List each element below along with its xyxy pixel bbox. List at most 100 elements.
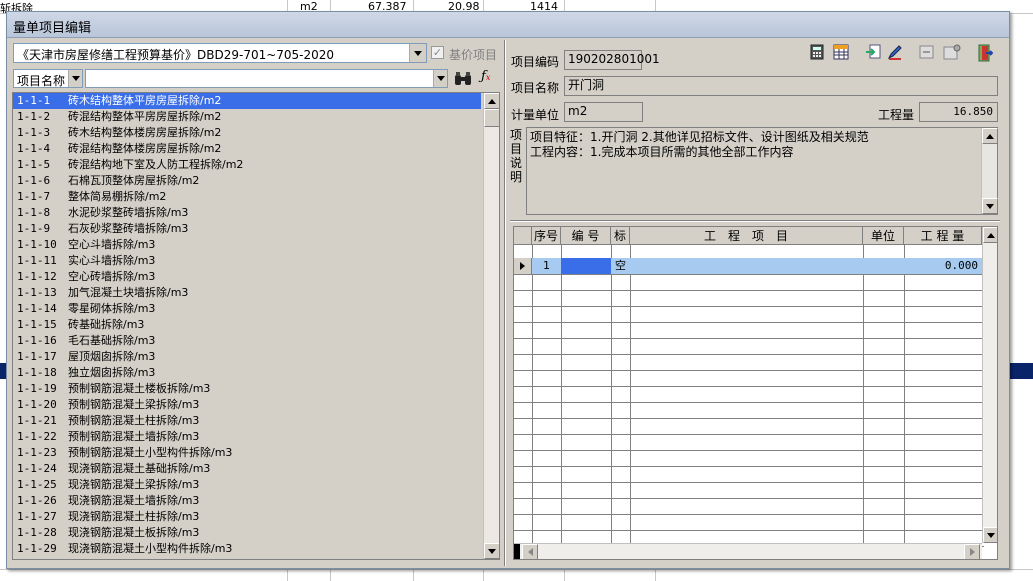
list-item-name: 现浇钢筋混凝土板拆除/m3 bbox=[68, 526, 200, 539]
list-item-code: 1-1-29 bbox=[17, 542, 57, 555]
grid-header-qty[interactable]: 工 程 量 bbox=[904, 227, 982, 245]
list-item-code: 1-1-2 bbox=[17, 110, 51, 123]
list-item[interactable]: 1-1-27 现浇钢筋混凝土柱拆除/m3 bbox=[13, 509, 481, 525]
list-item[interactable]: 1-1-13 加气混凝土块墙拆除/m3 bbox=[13, 285, 481, 301]
code-field[interactable]: 190202801001 bbox=[564, 50, 660, 70]
quota-item-list[interactable]: 1-1-1 砖木结构整体平房房屋拆除/m2 1-1-2 砖混结构整体平房房屋拆除/m2… bbox=[12, 92, 500, 560]
list-scrollbar[interactable] bbox=[483, 93, 499, 559]
list-item-code: 1-1-13 bbox=[17, 286, 57, 299]
list-item[interactable]: 1-1-28 现浇钢筋混凝土板拆除/m3 bbox=[13, 525, 481, 541]
list-item[interactable]: 1-1-18 独立烟囱拆除/m3 bbox=[13, 365, 481, 381]
scroll-down-button[interactable] bbox=[982, 198, 998, 214]
grid-line bbox=[514, 402, 984, 403]
list-item[interactable]: 1-1-2 砖混结构整体平房房屋拆除/m2 bbox=[13, 109, 481, 125]
list-item[interactable]: 1-1-8 水泥砂浆整砖墙拆除/m3 bbox=[13, 205, 481, 221]
list-item[interactable]: 1-1-29 现浇钢筋混凝土小型构件拆除/m3 bbox=[13, 541, 481, 557]
item-edit-dialog: 量单项目编辑 《天津市房屋修缮工程预算基价》DBD29-701~705-2020… bbox=[6, 11, 1010, 569]
grid-header-item[interactable]: 工 程 项 目 bbox=[630, 227, 863, 245]
list-item[interactable]: 1-1-9 石灰砂浆整砖墙拆除/m3 bbox=[13, 221, 481, 237]
list-item[interactable]: 1-1-21 预制钢筋混凝土柱拆除/m3 bbox=[13, 413, 481, 429]
panel-divider[interactable] bbox=[504, 40, 506, 566]
list-item-code: 1-1-4 bbox=[17, 142, 51, 155]
list-item[interactable]: 1-1-12 空心砖墙拆除/m3 bbox=[13, 269, 481, 285]
cell-seq[interactable]: 1 bbox=[532, 258, 561, 274]
quantity-label: 工程量 bbox=[878, 108, 915, 122]
settings-icon[interactable] bbox=[943, 44, 961, 62]
list-item[interactable]: 1-1-16 毛石基础拆除/m3 bbox=[13, 333, 481, 349]
grid-line bbox=[514, 482, 984, 483]
cell-flag[interactable]: 空 bbox=[611, 258, 630, 274]
scroll-left-button[interactable] bbox=[522, 544, 538, 559]
import-icon[interactable] bbox=[865, 44, 883, 62]
base-price-checkbox[interactable]: ✓ bbox=[431, 46, 444, 59]
quota-select[interactable]: 《天津市房屋修缮工程预算基价》DBD29-701~705-2020 bbox=[13, 43, 427, 63]
scroll-up-button[interactable] bbox=[983, 227, 997, 243]
grid-line bbox=[514, 354, 984, 355]
scroll-up-button[interactable] bbox=[484, 93, 499, 109]
list-item[interactable]: 1-1-26 现浇钢筋混凝土墙拆除/m3 bbox=[13, 493, 481, 509]
list-item[interactable]: 1-1-6 石棉瓦顶整体房屋拆除/m2 bbox=[13, 173, 481, 189]
list-item-name: 零星砌体拆除/m3 bbox=[68, 302, 156, 315]
quantity-field[interactable]: 16.850 bbox=[919, 102, 998, 122]
dialog-titlebar[interactable]: 量单项目编辑 bbox=[7, 12, 1009, 38]
list-item-name: 空心斗墙拆除/m3 bbox=[68, 238, 156, 251]
edit-icon[interactable] bbox=[887, 44, 905, 62]
grid-line bbox=[630, 245, 631, 555]
grid-line bbox=[514, 322, 984, 323]
list-item[interactable]: 1-1-15 砖基础拆除/m3 bbox=[13, 317, 481, 333]
list-item-name: 独立烟囱拆除/m3 bbox=[68, 366, 156, 379]
scroll-thumb[interactable] bbox=[484, 109, 499, 127]
list-item[interactable]: 1-1-22 预制钢筋混凝土墙拆除/m3 bbox=[13, 429, 481, 445]
name-field[interactable]: 开门洞 bbox=[564, 76, 998, 96]
list-item-code: 1-1-3 bbox=[17, 126, 51, 139]
grid-hscrollbar[interactable] bbox=[514, 543, 982, 559]
binoculars-icon[interactable] bbox=[454, 71, 472, 89]
list-item[interactable]: 1-1-4 砖混结构整体楼房房屋拆除/m2 bbox=[13, 141, 481, 157]
list-item[interactable]: 1-1-11 实心斗墙拆除/m3 bbox=[13, 253, 481, 269]
cell-qty[interactable]: 0.000 bbox=[904, 258, 978, 274]
scroll-up-button[interactable] bbox=[982, 128, 998, 144]
list-item-name: 水泥砂浆整砖墙拆除/m3 bbox=[68, 206, 189, 219]
grid-header-seq[interactable]: 序号 bbox=[532, 227, 561, 245]
grid-vscrollbar[interactable] bbox=[982, 227, 997, 543]
scroll-down-button[interactable] bbox=[484, 543, 499, 559]
list-item[interactable]: 1-1-10 空心斗墙拆除/m3 bbox=[13, 237, 481, 253]
list-item[interactable]: 1-1-14 零星砌体拆除/m3 bbox=[13, 301, 481, 317]
list-item-name: 预制钢筋混凝土墙拆除/m3 bbox=[68, 430, 200, 443]
list-item[interactable]: 1-1-24 现浇钢筋混凝土基础拆除/m3 bbox=[13, 461, 481, 477]
work-item-grid[interactable]: 序号 编 号 标 工 程 项 目 单位 工 程 量 1 空 0.000 bbox=[513, 226, 998, 560]
grid-header-code[interactable]: 编 号 bbox=[561, 227, 611, 245]
list-item[interactable]: 1-1-5 砖混结构地下室及人防工程拆除/m2 bbox=[13, 157, 481, 173]
search-input[interactable] bbox=[85, 69, 448, 88]
grid-header-flag[interactable]: 标 bbox=[611, 227, 630, 245]
unit-field[interactable]: m2 bbox=[564, 102, 643, 122]
description-field[interactable]: 项目特征：1.开门洞 2.其他详见招标文件、设计图纸及相关规范 工程内容：1.完… bbox=[526, 127, 998, 215]
grid-line bbox=[514, 338, 984, 339]
description-line-2: 工程内容：1.完成本项目所需的其他全部工作内容 bbox=[530, 145, 794, 159]
description-scrollbar[interactable] bbox=[981, 128, 998, 214]
chevron-down-icon[interactable] bbox=[409, 44, 426, 62]
export-icon[interactable] bbox=[919, 44, 937, 62]
name-label: 项目名称 bbox=[511, 81, 560, 95]
chevron-down-icon[interactable] bbox=[68, 70, 82, 87]
list-item-code: 1-1-28 bbox=[17, 526, 57, 539]
exit-icon[interactable] bbox=[977, 44, 995, 62]
function-icon[interactable]: ƒx bbox=[481, 69, 490, 84]
list-item[interactable]: 1-1-7 整体简易棚拆除/m2 bbox=[13, 189, 481, 205]
grid-row-selected[interactable]: 1 空 0.000 bbox=[514, 258, 982, 274]
list-item[interactable]: 1-1-23 预制钢筋混凝土小型构件拆除/m3 bbox=[13, 445, 481, 461]
search-field-select[interactable]: 项目名称 bbox=[13, 69, 83, 88]
table-icon[interactable] bbox=[833, 44, 851, 62]
cell-code[interactable] bbox=[561, 258, 611, 274]
list-item[interactable]: 1-1-3 砖木结构整体楼房房屋拆除/m2 bbox=[13, 125, 481, 141]
list-item[interactable]: 1-1-1 砖木结构整体平房房屋拆除/m2 bbox=[13, 93, 481, 109]
calculator-icon[interactable] bbox=[809, 44, 827, 62]
scroll-down-button[interactable] bbox=[983, 527, 997, 543]
grid-header-unit[interactable]: 单位 bbox=[863, 227, 904, 245]
list-item[interactable]: 1-1-17 屋顶烟囱拆除/m3 bbox=[13, 349, 481, 365]
list-item[interactable]: 1-1-25 现浇钢筋混凝土梁拆除/m3 bbox=[13, 477, 481, 493]
list-item[interactable]: 1-1-20 预制钢筋混凝土梁拆除/m3 bbox=[13, 397, 481, 413]
list-item[interactable]: 1-1-19 预制钢筋混凝土楼板拆除/m3 bbox=[13, 381, 481, 397]
scroll-right-button[interactable] bbox=[964, 544, 980, 559]
chevron-down-icon[interactable] bbox=[433, 70, 447, 87]
